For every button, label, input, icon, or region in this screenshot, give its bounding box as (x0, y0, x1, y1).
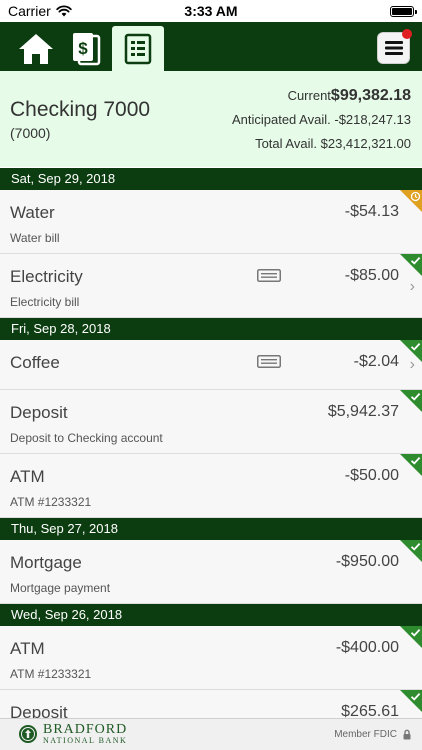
account-number: (7000) (10, 125, 51, 141)
current-balance: Current$99,382.18 (232, 85, 411, 109)
transaction-name: Deposit (10, 403, 68, 422)
menu-button[interactable] (377, 29, 412, 64)
transaction-amount: -$85.00 (344, 267, 399, 284)
transaction-row[interactable]: ATM ATM #1233321 -$50.00 (0, 454, 422, 518)
top-nav-bar: $ (0, 22, 422, 71)
check-icon (410, 342, 421, 351)
home-icon (19, 33, 53, 64)
transaction-name: Coffee (10, 353, 60, 372)
anticipated-balance: Anticipated Avail. -$218,247.13 (232, 109, 411, 133)
keyboard-icon (257, 355, 281, 368)
anticipated-balance-label: Anticipated Avail. (231, 112, 331, 127)
bank-logo: BRADFORD NATIONAL BANK (18, 723, 127, 745)
check-icon (410, 456, 421, 465)
transaction-desc: Water bill (10, 231, 60, 245)
transaction-name: ATM (10, 639, 45, 658)
fdic-label: Member FDIC (334, 729, 397, 740)
total-balance-value: $23,412,321.00 (320, 136, 411, 151)
transaction-amount: -$50.00 (344, 467, 399, 484)
bank-name-line1: BRADFORD (43, 722, 128, 737)
wifi-icon (56, 5, 72, 17)
check-icon (410, 542, 421, 551)
date-header: Wed, Sep 26, 2018 (0, 604, 422, 626)
transaction-row[interactable]: Water Water bill -$54.13 (0, 190, 422, 254)
home-tab[interactable] (12, 26, 60, 71)
total-balance: Total Avail. $23,412,321.00 (232, 133, 411, 157)
transaction-row[interactable]: Mortgage Mortgage payment -$950.00 (0, 540, 422, 604)
hamburger-icon (384, 41, 403, 55)
date-header: Sat, Sep 29, 2018 (0, 168, 422, 190)
bank-name-line2: NATIONAL BANK (43, 736, 128, 745)
transaction-amount: -$950.00 (335, 553, 399, 570)
money-icon: $ (73, 32, 101, 65)
carrier-label: Carrier (8, 3, 51, 19)
transaction-name: Electricity (10, 267, 83, 286)
transaction-row[interactable]: Electricity Electricity bill -$85.00 › (0, 254, 422, 318)
transaction-desc: Mortgage payment (10, 581, 111, 595)
check-icon (410, 692, 421, 701)
transaction-row[interactable]: Coffee -$2.04 › (0, 340, 422, 390)
lock-icon (403, 729, 411, 740)
svg-text:$: $ (78, 39, 88, 58)
date-header: Fri, Sep 28, 2018 (0, 318, 422, 340)
transaction-name: Mortgage (10, 553, 82, 572)
notification-dot (402, 29, 412, 39)
transaction-amount: -$54.13 (344, 203, 399, 220)
register-icon (124, 33, 152, 64)
battery-icon (390, 5, 417, 17)
transaction-desc: ATM #1233321 (10, 495, 92, 509)
check-icon (410, 628, 421, 637)
transaction-amount: $5,942.37 (327, 403, 399, 420)
total-balance-label: Total Avail. (255, 136, 317, 151)
current-balance-value: $99,382.18 (330, 87, 411, 104)
money-tab[interactable]: $ (66, 26, 106, 71)
account-header: Checking 7000 (7000) Current$99,382.18 A… (0, 71, 422, 167)
status-left: Carrier (8, 3, 72, 19)
bank-name: BRADFORD NATIONAL BANK (43, 723, 127, 745)
transaction-amount: -$400.00 (335, 639, 399, 656)
keyboard-icon (257, 269, 281, 282)
transaction-row[interactable]: Deposit Deposit to Checking account $5,9… (0, 390, 422, 454)
balances: Current$99,382.18 Anticipated Avail. -$2… (232, 85, 411, 157)
date-header: Thu, Sep 27, 2018 (0, 518, 422, 540)
check-icon (410, 392, 421, 401)
register-tab[interactable] (112, 26, 164, 71)
footer: BRADFORD NATIONAL BANK Member FDIC (0, 718, 422, 750)
chevron-right-icon: › (409, 278, 415, 295)
transaction-name: ATM (10, 467, 45, 486)
transaction-desc: Deposit to Checking account (10, 431, 163, 445)
transaction-desc: ATM #1233321 (10, 667, 92, 681)
account-name: Checking 7000 (10, 98, 151, 121)
transaction-amount: -$2.04 (353, 353, 399, 370)
anticipated-balance-value: -$218,247.13 (334, 112, 411, 127)
check-icon (410, 256, 421, 265)
fdic-notice: Member FDIC (334, 729, 411, 740)
bank-seal-icon (19, 725, 37, 743)
transaction-row[interactable]: ATM ATM #1233321 -$400.00 (0, 626, 422, 690)
transaction-list[interactable]: Sat, Sep 29, 2018 Water Water bill -$54.… (0, 168, 422, 750)
transaction-name: Water (10, 203, 55, 222)
current-balance-label: Current (287, 88, 331, 103)
status-bar: Carrier 3:33 AM (0, 0, 422, 22)
clock-icon (410, 191, 421, 202)
transaction-desc: Electricity bill (10, 295, 80, 309)
